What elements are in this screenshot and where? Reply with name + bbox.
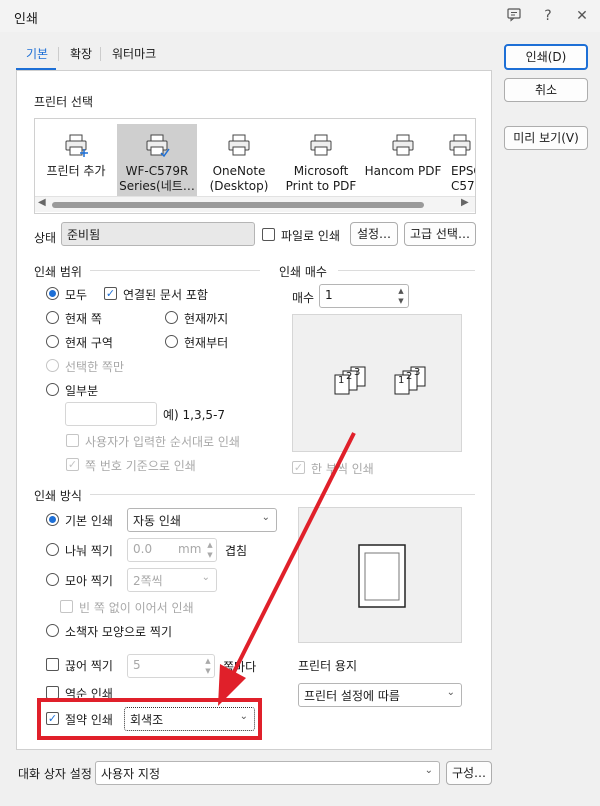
annotation-arrow-icon [218, 432, 356, 706]
